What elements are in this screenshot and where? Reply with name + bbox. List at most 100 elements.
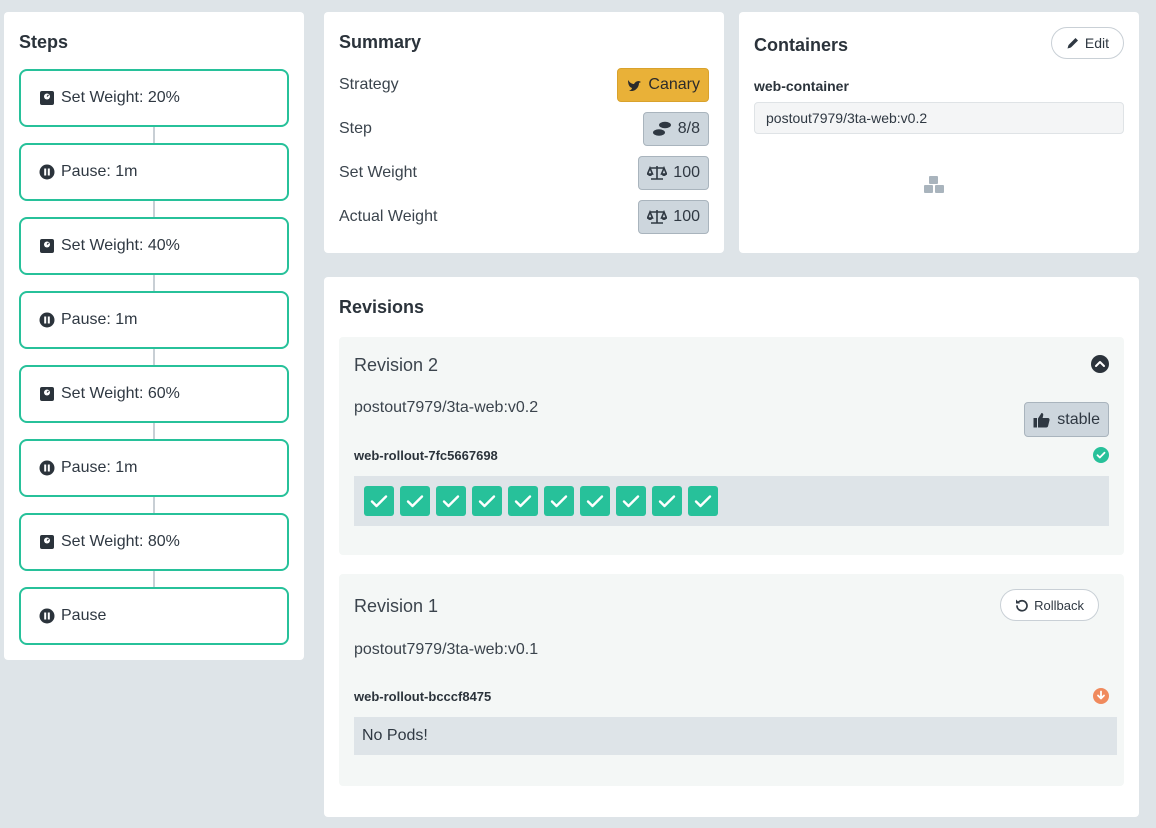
strategy-value: Canary [648,76,700,93]
summary-row-strategy: Strategy Canary [339,67,709,103]
actual-weight-label: Actual Weight [339,208,438,225]
pause-icon [39,164,55,180]
set-weight-label: Set Weight [339,164,417,181]
revision-title: Revision 2 [354,355,439,375]
step-label: Pause [61,607,107,624]
step-connector [153,201,155,217]
step-badge: 8/8 [642,112,709,146]
step-connector [153,497,155,513]
stable-badge[interactable]: stable [1024,402,1109,437]
pod-status[interactable] [652,486,682,516]
undo-icon [1016,599,1028,612]
container-image-field[interactable]: postout7979/3ta-web:v0.2 [754,102,1124,134]
step-item[interactable]: Set Weight: 20% [19,69,289,127]
steps-panel: Steps Set Weight: 20% Pause: 1m Set Weight… [4,12,304,660]
revision-image: postout7979/3ta-web:v0.1 [354,641,539,658]
step-label: Set Weight: 80% [61,533,180,550]
balance-scale-icon [647,165,668,180]
step-label: Pause: 1m [61,163,138,180]
strategy-badge: Canary [617,68,709,102]
step-label: Pause: 1m [61,459,138,476]
pod-status[interactable] [436,486,466,516]
balance-scale-icon [647,209,668,224]
step-item[interactable]: Pause: 1m [19,291,289,349]
edit-button[interactable]: Edit [1050,27,1124,59]
step-item[interactable]: Set Weight: 80% [19,513,289,571]
summary-title: Summary [339,32,422,52]
stable-label: stable [1057,410,1100,428]
step-item[interactable]: Pause [19,587,289,645]
summary-row-step: Step 8/8 [339,111,709,147]
step-connector [153,349,155,365]
thumbs-up-icon [1033,412,1050,427]
pod-status[interactable] [580,486,610,516]
pod-status[interactable] [508,486,538,516]
arrow-down-circle-icon [1093,688,1109,704]
weight-icon [39,238,55,254]
pause-icon [39,608,55,624]
rollback-button[interactable]: Rollback [1000,589,1099,621]
summary-panel: Summary Strategy Canary Step 8/8 Set Wei… [324,12,724,253]
summary-row-set-weight: Set Weight 100 [339,155,709,191]
pod-status[interactable] [688,486,718,516]
weight-icon [40,387,54,401]
check-icon [406,495,424,508]
containers-title: Containers [754,35,849,55]
check-icon [694,495,712,508]
step-item[interactable]: Set Weight: 40% [19,217,289,275]
step-label: Set Weight: 40% [61,237,180,254]
pod-status[interactable] [472,486,502,516]
pause-icon [39,608,55,624]
pod-status[interactable] [544,486,574,516]
check-circle-icon [1093,447,1109,463]
weight-icon [39,386,55,402]
step-connector [153,423,155,439]
step-label: Step [339,120,372,137]
set-weight-value: 100 [673,164,700,181]
pause-icon [39,460,55,476]
step-item[interactable]: Pause: 1m [19,143,289,201]
pod-status[interactable] [364,486,394,516]
revisions-title: Revisions [339,297,425,317]
weight-icon [40,535,54,549]
actual-weight-value: 100 [673,208,700,225]
weight-icon [39,90,55,106]
no-pods-message: No Pods! [354,717,1117,755]
check-icon [622,495,640,508]
check-icon [658,495,676,508]
strategy-label: Strategy [339,76,399,93]
step-label: Pause: 1m [61,311,138,328]
check-icon [442,495,460,508]
pencil-icon [1067,38,1078,49]
revision-1-card: Revision 1 Rollback postout7979/3ta-web:… [339,574,1124,786]
step-connector [153,275,155,291]
step-item[interactable]: Set Weight: 60% [19,365,289,423]
check-icon [370,495,388,508]
containers-panel: Containers Edit web-container postout797… [739,12,1139,253]
edit-label: Edit [1084,35,1109,51]
check-icon [478,495,496,508]
check-icon [550,495,568,508]
chevron-up-icon[interactable] [1091,355,1109,373]
revision-2-card: Revision 2 postout7979/3ta-web:v0.2 stab… [339,337,1124,555]
pod-status[interactable] [400,486,430,516]
pod-status[interactable] [616,486,646,516]
bird-icon [628,80,642,91]
check-icon [586,495,604,508]
pause-icon [39,312,55,328]
summary-row-actual-weight: Actual Weight 100 [339,199,709,235]
step-value: 8/8 [677,120,700,137]
replicaset-name: web-rollout-bcccf8475 [354,689,492,704]
rollback-label: Rollback [1034,597,1084,613]
step-list: Set Weight: 20% Pause: 1m Set Weight: 40% P… [19,69,289,645]
weight-icon [40,91,54,105]
pause-icon [39,460,55,476]
pause-icon [39,164,55,180]
container-name: web-container [754,78,849,94]
actual-weight-badge: 100 [638,200,709,234]
check-icon [514,495,532,508]
step-item[interactable]: Pause: 1m [19,439,289,497]
cubes-icon [924,176,944,193]
step-label: Set Weight: 60% [61,385,180,402]
revision-title: Revision 1 [354,596,439,616]
